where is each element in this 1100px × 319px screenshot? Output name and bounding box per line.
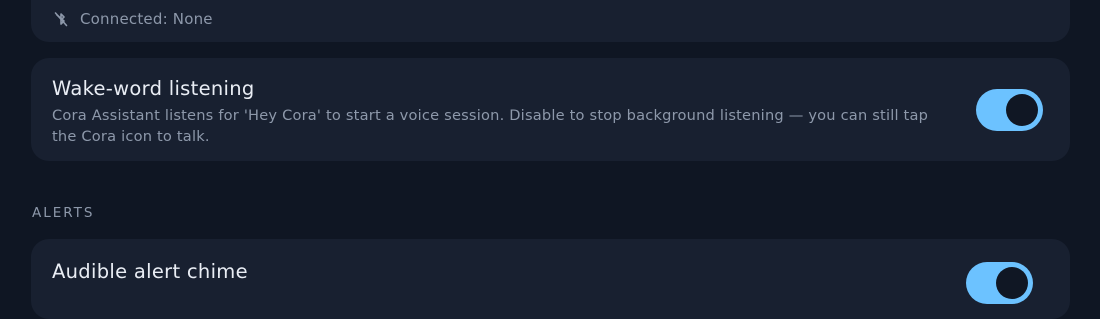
alert-chime-title: Audible alert chime [52,260,248,283]
bluetooth-card: Connected: None [31,0,1070,42]
bluetooth-status-row: Connected: None [52,10,213,28]
wake-word-toggle[interactable] [976,89,1043,131]
wake-word-setting-card: Wake-word listening Cora Assistant liste… [31,58,1070,161]
bluetooth-disabled-icon [52,10,70,28]
alert-chime-setting-card: Audible alert chime [31,239,1070,319]
alert-chime-toggle[interactable] [966,262,1033,304]
wake-word-title: Wake-word listening [52,77,255,100]
alerts-section-label: ALERTS [32,205,95,221]
wake-word-description: Cora Assistant listens for 'Hey Cora' to… [52,107,929,145]
toggle-knob [996,267,1028,299]
toggle-knob [1006,94,1038,126]
bluetooth-status-text: Connected: None [80,10,213,28]
